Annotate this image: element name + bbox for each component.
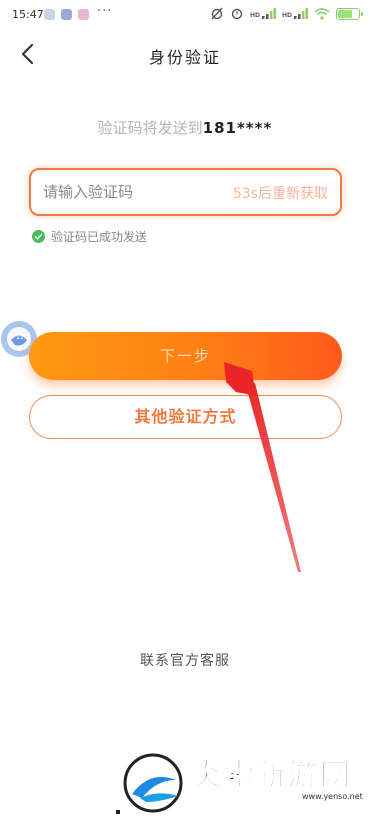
status-icons: HD HD — [210, 7, 363, 20]
masked-phone: 181**** — [202, 119, 273, 137]
status-bar: 15:47 ··· HD HD — [0, 0, 370, 30]
watermark-logo-icon — [123, 753, 183, 813]
more-notifications-icon: ··· — [97, 4, 113, 19]
wifi-icon — [314, 7, 330, 20]
signal-1: HD — [250, 8, 276, 19]
verification-code-input[interactable] — [43, 170, 233, 214]
resend-countdown[interactable]: 53s后重新获取 — [233, 183, 328, 203]
code-sent-prefix: 验证码将发送到 — [97, 119, 203, 137]
signal-icon — [261, 8, 276, 19]
alarm-mute-icon — [211, 7, 223, 20]
watermark: 炎索新游网 www.yenso.net — [112, 742, 370, 822]
watermark-text: 炎索新游网 — [192, 758, 352, 794]
battery-level — [338, 9, 352, 18]
other-verification-button[interactable]: 其他验证方式 — [29, 395, 342, 439]
header: 身份验证 — [0, 36, 370, 72]
signal-icon — [294, 8, 308, 19]
alarm-icon — [231, 8, 243, 20]
next-step-button[interactable]: 下一步 — [29, 332, 342, 380]
code-sent-notice: 验证码将发送到181**** — [0, 117, 370, 138]
battery-icon — [336, 7, 363, 20]
mail-icon — [78, 9, 89, 20]
hd-label: HD — [249, 12, 260, 19]
status-time: 15:47 — [12, 8, 44, 21]
verification-code-field[interactable]: 53s后重新获取 — [29, 168, 342, 216]
hd-label: HD — [281, 12, 292, 19]
code-sent-status-text: 验证码已成功发送 — [51, 230, 148, 244]
check-circle-icon — [32, 230, 45, 243]
watermark-url: www.yenso.net — [302, 792, 363, 801]
contact-support-link[interactable]: 联系官方客服 — [0, 650, 370, 670]
bird-icon — [44, 9, 55, 20]
signal-2: HD — [282, 8, 308, 19]
page-title: 身份验证 — [148, 48, 221, 67]
code-sent-status: 验证码已成功发送 — [32, 228, 147, 245]
shield-icon — [61, 9, 72, 20]
floating-badge: 11 — [16, 334, 24, 341]
